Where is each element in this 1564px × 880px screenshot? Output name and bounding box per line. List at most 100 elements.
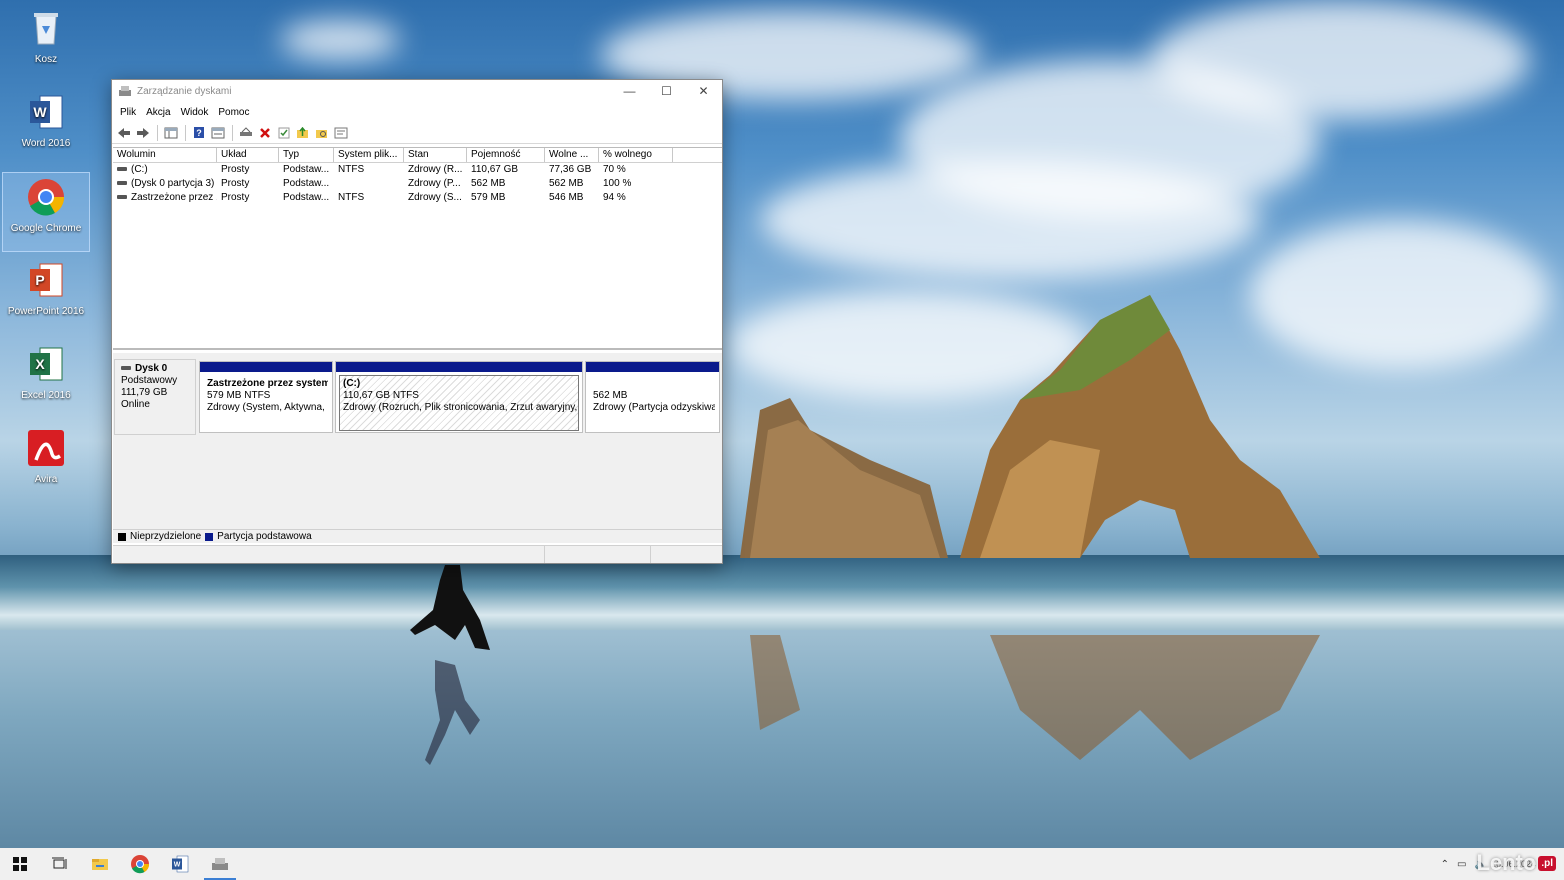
powerpoint-icon: P — [30, 263, 63, 297]
partition-status: Zdrowy (System, Aktywna, P — [207, 402, 329, 413]
word-icon: W — [172, 855, 189, 873]
disk-graphical-view: Dysk 0 Podstawowy 111,79 GB Online Zastr… — [113, 353, 722, 529]
desktop-icon-chrome[interactable]: Google Chrome — [2, 172, 90, 252]
column-header-filesystem[interactable]: System plik... — [334, 148, 404, 162]
volume-cell: (C:) — [113, 163, 217, 177]
capacity-cell: 562 MB — [471, 178, 506, 189]
back-button[interactable] — [115, 124, 132, 142]
desktop-icon-label: PowerPoint 2016 — [7, 306, 85, 317]
taskbar: W ⌃ ▭ 🔈 16.06.2024 — [0, 848, 1564, 880]
folder-icon — [92, 859, 108, 870]
volume-row[interactable]: Zastrzeżone przez ... Prosty Podstaw... … — [113, 191, 722, 205]
disk-0-label[interactable]: Dysk 0 Podstawowy 111,79 GB Online — [114, 359, 196, 435]
desktop-icon-word[interactable]: W Word 2016 — [2, 88, 90, 168]
delete-button[interactable] — [256, 124, 273, 142]
cloud — [760, 160, 1260, 280]
column-header-status[interactable]: Stan — [404, 148, 467, 162]
volume-row[interactable]: (C:) Prosty Podstaw... NTFS Zdrowy (R...… — [113, 163, 722, 177]
status-cell: Zdrowy (P... — [408, 178, 461, 189]
network-icon[interactable]: ▭ — [1457, 859, 1466, 870]
partition-recovery[interactable]: 562 MB Zdrowy (Partycja odzyskiwan — [585, 361, 720, 433]
properties-view-button[interactable] — [209, 124, 226, 142]
volume-cell: (Dysk 0 partycja 3) — [113, 177, 217, 191]
legend-swatch-primary — [205, 532, 214, 541]
desktop-icon-label: Avira — [34, 474, 58, 485]
maximize-button[interactable]: ☐ — [648, 80, 685, 102]
desktop-icon-avira[interactable]: Avira — [2, 424, 90, 504]
partition-system-reserved[interactable]: Zastrzeżone przez system 579 MB NTFS Zdr… — [199, 361, 333, 433]
partition-size: 579 MB NTFS — [207, 390, 271, 401]
chrome-icon — [28, 179, 65, 216]
title-bar[interactable]: Zarządzanie dyskami — ☐ ✕ — [112, 80, 722, 102]
percent-free-cell: 94 % — [603, 192, 626, 203]
volume-name: Zastrzeżone przez ... — [131, 192, 217, 203]
volume-name: (C:) — [131, 164, 148, 175]
volume-list-header: Wolumin Układ Typ System plik... Stan Po… — [113, 148, 722, 163]
taskbar-chrome[interactable] — [120, 848, 160, 880]
volume-disk-icon — [117, 167, 127, 172]
menu-plik[interactable]: Plik — [115, 107, 141, 118]
partition-c[interactable]: (C:) 110,67 GB NTFS Zdrowy (Rozruch, Pli… — [335, 361, 583, 433]
folder-up-icon — [297, 126, 308, 138]
desktop-icon-label: Google Chrome — [10, 223, 82, 234]
help-button[interactable]: ? — [190, 124, 207, 142]
volume-list: Wolumin Układ Typ System plik... Stan Po… — [113, 147, 722, 350]
toolbar-separator — [232, 124, 233, 141]
column-header-capacity[interactable]: Pojemność — [467, 148, 545, 162]
partition-bar — [586, 362, 719, 372]
console-tree-icon — [164, 127, 177, 138]
menu-pomoc[interactable]: Pomoc — [213, 107, 254, 118]
properties-button[interactable] — [332, 124, 349, 142]
status-bar — [113, 545, 722, 563]
tray-chevron-up-icon[interactable]: ⌃ — [1441, 859, 1449, 870]
column-header-percent-free[interactable]: % wolnego — [599, 148, 673, 162]
desktop-icon-powerpoint[interactable]: P PowerPoint 2016 — [2, 256, 90, 336]
partition-details: Zastrzeżone przez system 579 MB NTFS Zdr… — [203, 375, 329, 431]
partition-status: Zdrowy (Rozruch, Plik stronicowania, Zrz… — [343, 402, 579, 413]
partition-size: 110,67 GB NTFS — [343, 390, 419, 401]
partition-bar — [336, 362, 582, 372]
toolbar: ? — [112, 122, 722, 144]
partition-title: (C:) — [343, 378, 361, 389]
disk-management-window: Zarządzanie dyskami — ☐ ✕ Plik Akcja Wid… — [111, 79, 723, 564]
cloud — [1150, 0, 1530, 120]
connect-disk-button[interactable] — [237, 124, 254, 142]
legend-primary: Partycja podstawowa — [217, 531, 312, 542]
status-cell: Zdrowy (S... — [408, 192, 462, 203]
new-folder-button[interactable] — [294, 124, 311, 142]
filesystem-cell: NTFS — [338, 192, 365, 203]
column-header-free[interactable]: Wolne ... — [545, 148, 599, 162]
forward-button[interactable] — [134, 124, 151, 142]
task-view-button[interactable] — [40, 848, 80, 880]
partition-title — [593, 378, 712, 390]
svg-text:X: X — [35, 356, 45, 372]
lento-watermark: Lento .pl — [1476, 848, 1556, 878]
search-folder-button[interactable] — [313, 124, 330, 142]
svg-text:W: W — [33, 104, 47, 120]
properties-icon — [334, 127, 347, 138]
close-button[interactable]: ✕ — [685, 80, 722, 102]
menu-akcja[interactable]: Akcja — [141, 107, 175, 118]
folder-search-icon — [316, 129, 327, 138]
column-header-volume[interactable]: Wolumin — [113, 148, 217, 162]
taskbar-word[interactable]: W — [160, 848, 200, 880]
status-pane — [545, 546, 651, 563]
list-view-icon — [211, 127, 224, 138]
taskbar-file-explorer[interactable] — [80, 848, 120, 880]
start-button[interactable] — [0, 848, 40, 880]
check-button[interactable] — [275, 124, 292, 142]
show-tree-button[interactable] — [162, 124, 179, 142]
volume-row[interactable]: (Dysk 0 partycja 3) Prosty Podstaw... Zd… — [113, 177, 722, 191]
desktop-icon-recycle-bin[interactable]: Kosz — [2, 4, 90, 84]
volume-disk-icon — [117, 181, 127, 186]
toolbar-separator — [157, 124, 158, 141]
desktop-icon-excel[interactable]: X Excel 2016 — [2, 340, 90, 420]
minimize-button[interactable]: — — [611, 80, 648, 102]
menu-widok[interactable]: Widok — [176, 107, 214, 118]
column-header-layout[interactable]: Układ — [217, 148, 279, 162]
windows-logo-icon — [13, 857, 27, 871]
svg-text:?: ? — [196, 128, 202, 138]
column-header-type[interactable]: Typ — [279, 148, 334, 162]
checklist-icon — [278, 127, 289, 138]
taskbar-disk-management[interactable] — [200, 848, 240, 880]
